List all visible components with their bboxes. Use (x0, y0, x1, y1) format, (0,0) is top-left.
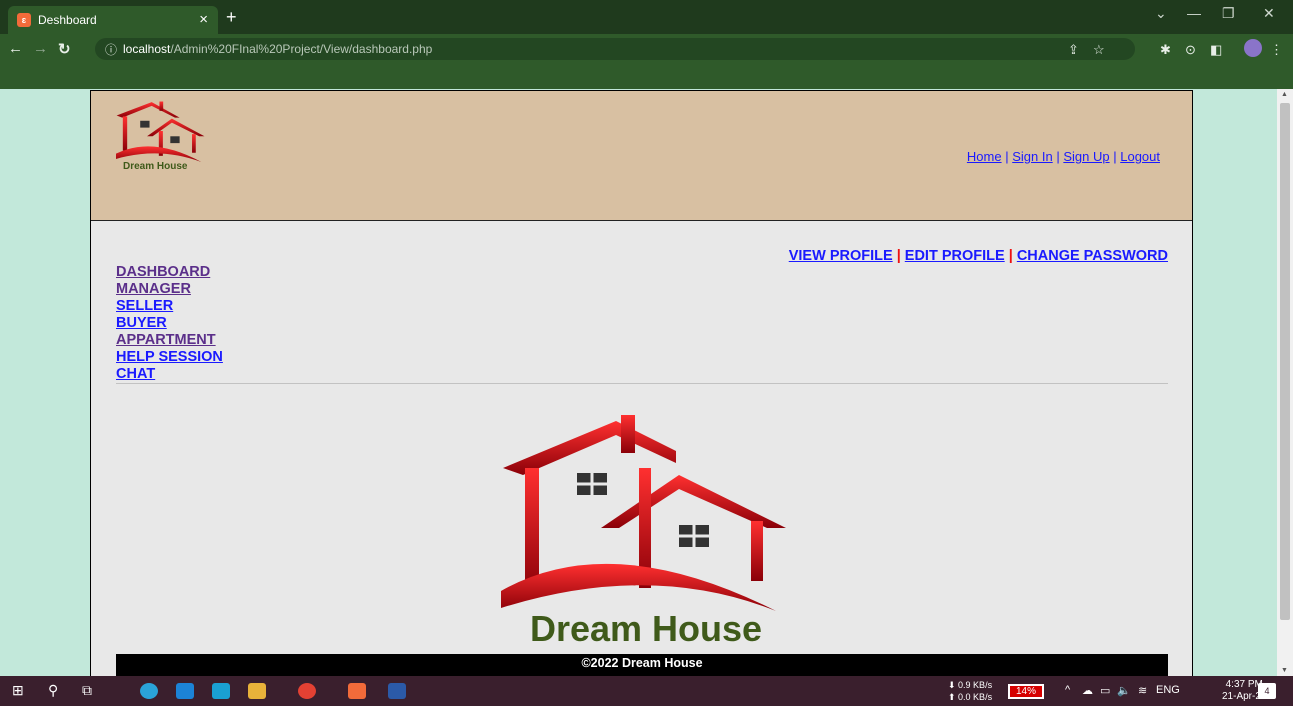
wifi-icon[interactable]: ≋ (1138, 684, 1147, 697)
bookmark-star-icon[interactable]: ☆ (1093, 42, 1105, 58)
side-menu: DASHBOARD MANAGER SELLER BUYER APPARTMEN… (116, 264, 223, 383)
dream-house-logo-large: Dream House (501, 415, 786, 648)
task-view-icon[interactable]: ⧉ (82, 682, 92, 699)
nav-separator: | (1113, 149, 1117, 164)
bookmark-bar (0, 64, 1293, 89)
mail-icon[interactable] (176, 683, 194, 699)
view-profile-link[interactable]: VIEW PROFILE (789, 248, 893, 264)
forward-arrow-icon[interactable]: → (33, 40, 48, 57)
network-speed: ⬇ 0.9 KB/s ⬆ 0.0 KB/s (948, 680, 993, 702)
content-divider (116, 383, 1168, 384)
edit-profile-link[interactable]: EDIT PROFILE (905, 248, 1005, 264)
close-window-icon[interactable]: ✕ (1263, 5, 1275, 22)
menu-manager[interactable]: MANAGER (116, 281, 223, 298)
tab-search-icon[interactable]: ⌄ (1155, 5, 1167, 22)
media-icon[interactable]: ⊙ (1185, 42, 1196, 58)
battery-indicator[interactable]: 14% (1008, 684, 1044, 699)
volume-icon[interactable]: 🔈 (1117, 684, 1131, 697)
profile-avatar[interactable] (1244, 39, 1262, 57)
menu-dashboard[interactable]: DASHBOARD (116, 264, 223, 281)
xampp-icon[interactable] (348, 683, 366, 699)
xampp-favicon-icon: ɛ (17, 13, 31, 27)
tab-title: Deshboard (38, 13, 97, 27)
main-logo-text: Dream House (530, 608, 762, 648)
search-icon[interactable]: ⚲ (48, 682, 58, 699)
tray-battery-icon[interactable]: ▭ (1100, 684, 1110, 697)
back-arrow-icon[interactable]: ← (8, 40, 23, 57)
browser-tab[interactable]: ɛ Deshboard × (8, 6, 218, 34)
restore-icon[interactable]: ❐ (1222, 5, 1235, 22)
change-password-link[interactable]: CHANGE PASSWORD (1017, 248, 1168, 264)
word-icon[interactable] (388, 683, 406, 699)
tray-chevron-icon[interactable]: ^ (1065, 684, 1070, 696)
taskbar: ⊞ ⚲ ⧉ ⬇ 0.9 KB/s ⬆ 0.0 KB/s 14% ^ ☁ ▭ 🔈 … (0, 676, 1293, 706)
new-tab-button[interactable]: + (226, 7, 237, 28)
scroll-thumb[interactable] (1280, 103, 1290, 620)
language-indicator[interactable]: ENG (1156, 684, 1180, 696)
profile-separator: | (1008, 248, 1013, 264)
menu-chat[interactable]: CHAT (116, 366, 223, 383)
logout-link[interactable]: Logout (1120, 149, 1160, 164)
sign-in-link[interactable]: Sign In (1012, 149, 1052, 164)
menu-seller[interactable]: SELLER (116, 298, 223, 315)
address-bar: ← → ↻ ⓘ localhost/Admin%20FInal%20Projec… (0, 34, 1293, 64)
reload-icon[interactable]: ↻ (58, 40, 71, 58)
home-link[interactable]: Home (967, 149, 1002, 164)
tab-close-icon[interactable]: × (199, 11, 208, 28)
url-text: localhost/Admin%20FInal%20Project/View/d… (123, 42, 433, 56)
menu-buyer[interactable]: BUYER (116, 315, 223, 332)
scroll-up-icon[interactable]: ▲ (1281, 91, 1288, 98)
menu-help-session[interactable]: HELP SESSION (116, 349, 223, 366)
info-icon[interactable]: ⓘ (105, 41, 117, 58)
side-panel-icon[interactable]: ◧ (1210, 42, 1222, 58)
share-icon[interactable]: ⇪ (1068, 42, 1079, 58)
page-viewport: Dream House Home | Sign In | Sign Up | L… (0, 89, 1293, 676)
page-container: Dream House Home | Sign In | Sign Up | L… (90, 90, 1193, 676)
app-l-icon[interactable] (212, 683, 230, 699)
windows-start-icon[interactable]: ⊞ (12, 682, 24, 699)
tray-cloud-icon[interactable]: ☁ (1082, 684, 1093, 697)
minimize-icon[interactable]: — (1187, 5, 1201, 21)
menu-kebab-icon[interactable]: ⋮ (1270, 42, 1283, 58)
nav-separator: | (1056, 149, 1060, 164)
edge-icon[interactable] (140, 683, 158, 699)
header-logo-text: Dream House (123, 161, 188, 172)
nav-separator: | (1005, 149, 1009, 164)
vertical-scrollbar[interactable]: ▲ ▼ (1277, 89, 1293, 676)
scroll-down-icon[interactable]: ▼ (1281, 667, 1288, 674)
chrome-icon[interactable] (298, 683, 316, 699)
extensions-puzzle-icon[interactable]: ✱ (1160, 42, 1171, 58)
menu-appartment[interactable]: APPARTMENT (116, 332, 223, 349)
top-nav-links: Home | Sign In | Sign Up | Logout (967, 149, 1160, 164)
profile-links: VIEW PROFILE | EDIT PROFILE | CHANGE PAS… (789, 248, 1168, 264)
file-explorer-icon[interactable] (248, 683, 266, 699)
sign-up-link[interactable]: Sign Up (1063, 149, 1109, 164)
browser-tab-bar: ɛ Deshboard × + ⌄ — ❐ ✕ (0, 0, 1293, 34)
url-field[interactable]: ⓘ localhost/Admin%20FInal%20Project/View… (95, 38, 1135, 60)
notification-center-icon[interactable]: 4 (1258, 683, 1276, 699)
site-header: Dream House Home | Sign In | Sign Up | L… (91, 91, 1192, 221)
profile-separator: | (896, 248, 901, 264)
site-footer: ©2022 Dream House (116, 654, 1168, 676)
